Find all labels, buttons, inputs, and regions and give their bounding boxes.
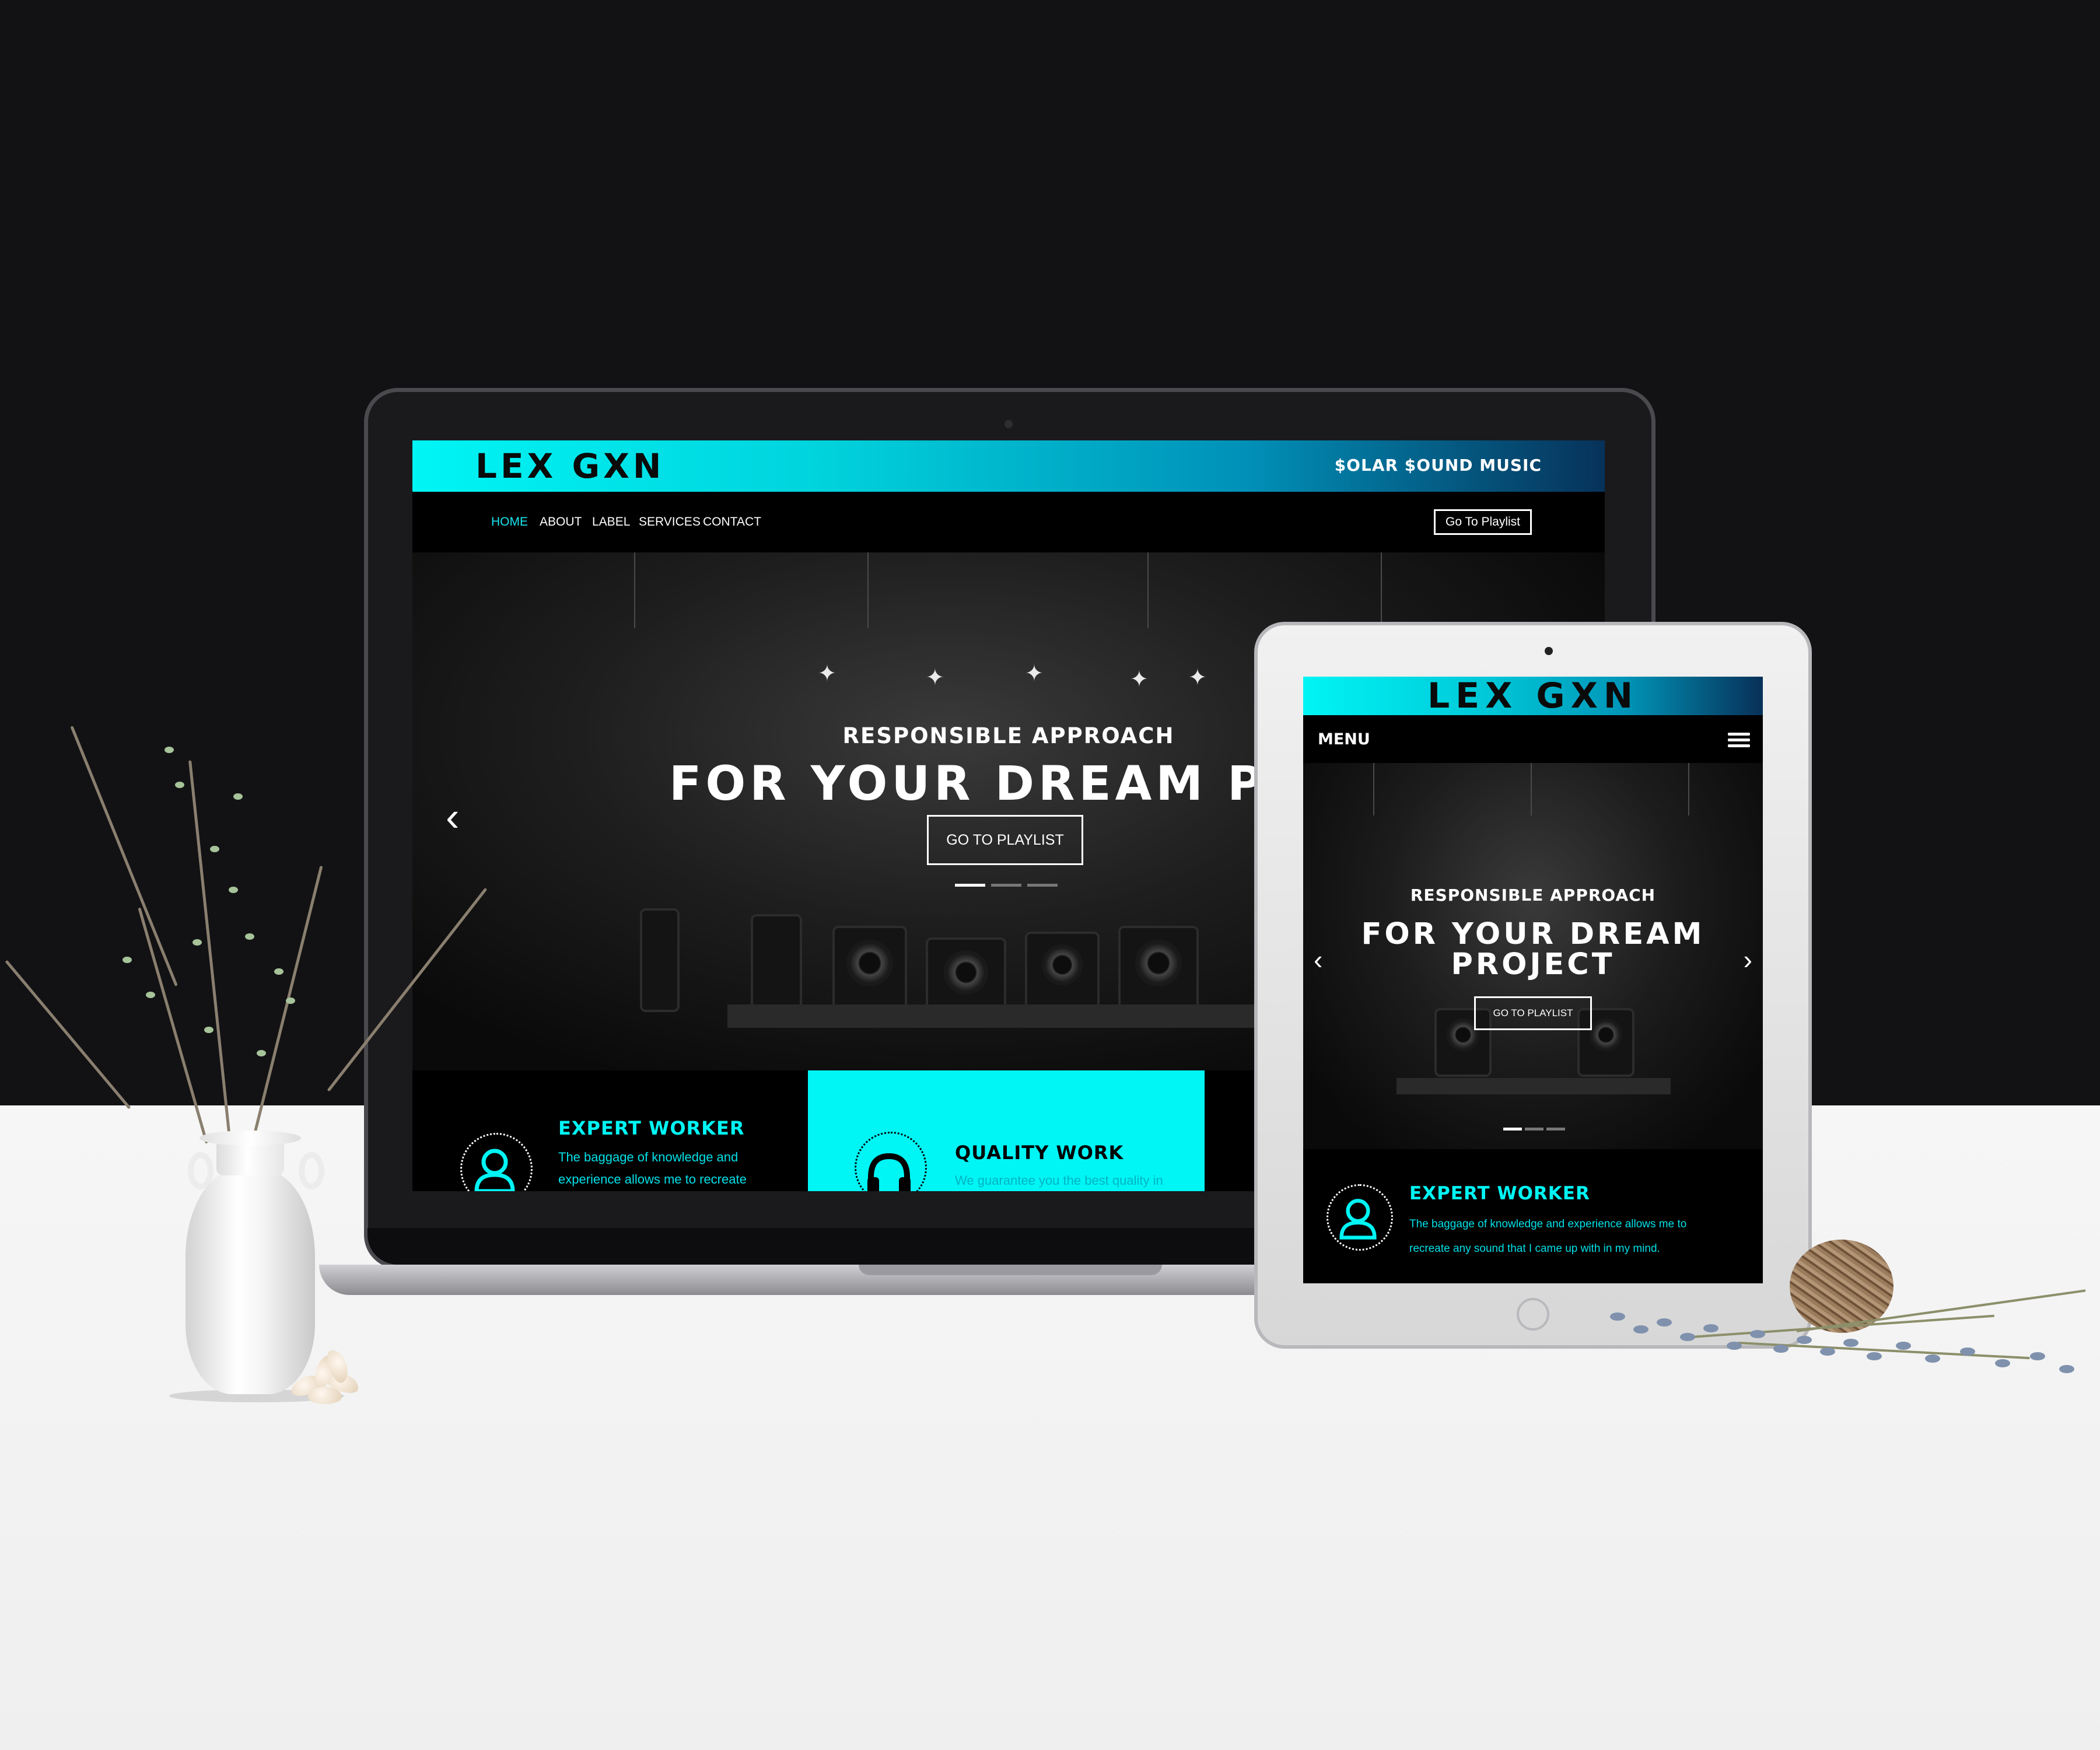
slider-prev-arrow[interactable]: ‹ — [446, 793, 459, 840]
tablet-hero-title: FOR YOUR DREAM PROJECT — [1303, 919, 1763, 980]
leaf-bud — [123, 957, 132, 963]
main-nav: HOME ABOUT LABEL SERVICES CONTACT Go To … — [412, 492, 1605, 552]
lavender-bud — [1797, 1336, 1812, 1344]
tablet-slider-dot-3[interactable] — [1546, 1128, 1565, 1130]
ceiling-beam — [1373, 763, 1374, 816]
ceiling-light-icon: ✦ — [1025, 662, 1044, 686]
lavender-bud — [1727, 1342, 1742, 1350]
tablet-home-button[interactable] — [1517, 1298, 1549, 1331]
tablet-feature-text-line2: recreate any sound that I came up with i… — [1409, 1242, 1660, 1255]
laptop-notch — [859, 1265, 1162, 1275]
tablet-hero-subtitle: RESPONSIBLE APPROACH — [1410, 886, 1656, 905]
nav-item-about[interactable]: ABOUT — [540, 515, 582, 529]
tablet-feature-title: EXPERT WORKER — [1409, 1183, 1590, 1204]
site-logo[interactable]: LEX GXN — [475, 446, 664, 486]
leaf-bud — [245, 933, 254, 940]
leaf-bud — [274, 968, 284, 975]
user-icon — [1339, 1199, 1377, 1240]
tablet-hero-slider: ‹ › RESPONSIBLE APPROACH FOR YOUR DREAM … — [1303, 763, 1763, 1149]
lavender-bud — [2059, 1365, 2074, 1373]
lavender-bud — [1820, 1348, 1835, 1356]
hero-playlist-button[interactable]: GO TO PLAYLIST — [927, 815, 1083, 865]
lavender-bud — [1867, 1352, 1882, 1360]
leaf-bud — [210, 846, 219, 852]
feature-text-expert-line2: experience allows me to recreate — [558, 1172, 747, 1186]
vase-rim — [200, 1130, 301, 1146]
user-icon — [474, 1149, 515, 1191]
lavender-bud — [2030, 1352, 2045, 1360]
lavender-bud — [1610, 1312, 1625, 1321]
nav-item-home[interactable]: HOME — [491, 515, 528, 529]
tablet-hero-title-line2: PROJECT — [1451, 947, 1615, 982]
lavender-bud — [1657, 1318, 1672, 1326]
feature-title-expert: EXPERT WORKER — [558, 1117, 745, 1139]
site-header-banner: LEX GXN $OLAR $OUND MUSIC — [412, 440, 1605, 492]
leaf-bud — [175, 782, 184, 788]
tablet-hero-playlist-button[interactable]: GO TO PLAYLIST — [1474, 996, 1592, 1030]
leaf-bud — [192, 939, 202, 946]
tablet-hero-title-line1: FOR YOUR DREAM — [1361, 917, 1705, 951]
tablet-screen: LEX GXN MENU ‹ › RESPONSIBLE APPROACH FO… — [1303, 677, 1763, 1283]
ceiling-beam — [1531, 763, 1532, 816]
feature-title-quality: QUALITY WORK — [955, 1142, 1124, 1164]
ceiling-light-icon: ✦ — [818, 662, 836, 686]
slider-dot-1[interactable] — [955, 884, 985, 887]
go-to-playlist-button[interactable]: Go To Playlist — [1434, 509, 1532, 535]
slider-dot-2[interactable] — [991, 884, 1021, 887]
leaf-bud — [257, 1050, 266, 1056]
lavender-bud — [1896, 1342, 1911, 1350]
leaf-bud — [204, 1027, 214, 1033]
leaf-bud — [229, 887, 238, 893]
hamburger-menu-icon[interactable] — [1728, 733, 1750, 748]
lavender-bud — [1703, 1324, 1718, 1332]
lavender-bud — [1773, 1345, 1788, 1353]
leaf-bud — [286, 998, 295, 1004]
leaf-bud — [164, 747, 174, 753]
ceiling-beam — [1147, 552, 1149, 628]
feature-card-quality: QUALITY WORK We guarantee you the best q… — [808, 1070, 1205, 1191]
vase-handle — [299, 1152, 324, 1189]
succulent-flower-icon — [285, 1345, 372, 1415]
tablet-menu-bar: MENU — [1303, 715, 1763, 763]
slider-dot-3[interactable] — [1027, 884, 1058, 887]
ceiling-light-icon: ✦ — [1130, 667, 1149, 692]
lavender-bud — [1960, 1348, 1975, 1356]
feature-text-quality-line1: We guarantee you the best quality in — [955, 1173, 1163, 1188]
ceiling-beam — [634, 552, 635, 628]
ceiling-beam — [1381, 552, 1382, 628]
tablet-menu-label[interactable]: MENU — [1318, 730, 1370, 748]
lavender-bud — [1925, 1354, 1940, 1363]
tablet-camera — [1545, 647, 1553, 655]
nav-item-services[interactable]: SERVICES — [639, 515, 701, 529]
leaf-bud — [233, 793, 243, 800]
tablet-header-banner: LEX GXN — [1303, 677, 1763, 716]
ceiling-beam — [867, 552, 869, 628]
nav-item-contact[interactable]: CONTACT — [703, 515, 761, 529]
leaf-bud — [146, 992, 155, 998]
site-tagline: $OLAR $OUND MUSIC — [1334, 456, 1542, 475]
lavender-bud — [1633, 1325, 1648, 1334]
headphones-icon — [867, 1153, 911, 1191]
studio-speaker — [751, 914, 802, 1018]
ceiling-light-icon: ✦ — [1188, 666, 1207, 690]
lavender-bud — [1680, 1333, 1695, 1341]
tablet-slider-dot-1[interactable] — [1503, 1128, 1522, 1130]
ceiling-light-icon: ✦ — [926, 666, 944, 690]
feature-icon-ring — [460, 1133, 533, 1191]
nav-item-label[interactable]: LABEL — [592, 515, 630, 529]
lavender-bud — [1750, 1330, 1765, 1338]
feature-icon-ring — [1326, 1184, 1393, 1251]
ceiling-beam — [1688, 763, 1689, 816]
mixing-desk — [1396, 1078, 1671, 1094]
lavender-bud — [1843, 1339, 1859, 1347]
studio-speaker — [640, 908, 680, 1012]
laptop-camera — [1005, 420, 1013, 428]
feature-icon-ring — [855, 1132, 927, 1191]
tablet-feature-section: EXPERT WORKER The baggage of knowledge a… — [1303, 1149, 1763, 1283]
tablet-site-logo[interactable]: LEX GXN — [1303, 677, 1763, 716]
tablet-feature-text-line1: The baggage of knowledge and experience … — [1409, 1218, 1687, 1230]
feature-text-expert-line1: The baggage of knowledge and — [558, 1150, 738, 1164]
lavender-bud — [1995, 1359, 2010, 1367]
tablet-slider-dot-2[interactable] — [1525, 1128, 1544, 1130]
